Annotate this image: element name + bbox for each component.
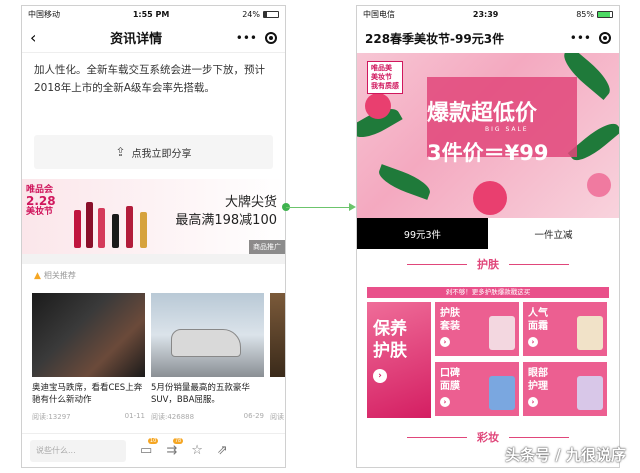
flower-decoration xyxy=(473,181,507,215)
product-image xyxy=(577,316,603,350)
more-skincare-bar[interactable]: 剁不够！更多护肤爆款戳这买 xyxy=(367,287,609,298)
section-header-skincare: 护肤 xyxy=(357,249,619,279)
close-miniprogram-icon[interactable] xyxy=(265,31,277,44)
car-interior-image xyxy=(32,293,145,377)
battery-icon xyxy=(597,11,613,18)
banner-headline: 爆款超低价 xyxy=(427,101,538,126)
tile-eye-care[interactable]: 眼部 护理 › xyxy=(523,362,607,416)
nav-bar: 228春季美妆节-99元3件 ••• xyxy=(357,23,619,53)
arrow-right-icon: › xyxy=(373,369,387,383)
close-miniprogram-icon[interactable] xyxy=(599,32,611,44)
recommend-card[interactable]: 奥迪宝马跌席，看看CES上奔驰有什么新动作 阅读:13297 01-11 xyxy=(32,293,145,422)
battery-icon xyxy=(262,11,279,18)
clock: 1:55 PM xyxy=(132,10,170,19)
left-phone-screen: 中国移动 1:55 PM 24% ‹ 资讯详情 ••• 加人性化。全新车载交互系… xyxy=(21,5,286,468)
ad-offer: 最高满198减100 xyxy=(175,213,277,228)
fire-icon: ▲ xyxy=(34,270,41,281)
page-title: 资讯详情 xyxy=(110,32,163,47)
recommend-card[interactable]: 5月份销量最高的五款豪华SUV，BBA屈服。 阅读:426888 06-29 xyxy=(151,293,264,422)
bottom-toolbar: 说些什么... ▭ 10 ⇉ 78 ☆ ⇗ xyxy=(22,433,285,467)
arrow-right-icon: › xyxy=(528,397,538,407)
carrier: 中国电信 xyxy=(363,10,395,19)
ad-badge: 唯品会 2.28 美妆节 xyxy=(26,185,56,217)
share-icon: ⇪ xyxy=(115,145,126,159)
battery-percent: 24% xyxy=(242,10,260,19)
connector-arrow-icon xyxy=(349,203,356,211)
capsule-menu[interactable]: ••• xyxy=(570,31,611,45)
car-image xyxy=(270,293,285,377)
lipstick-image xyxy=(126,206,133,248)
recommend-header: ▲ 相关推荐 xyxy=(34,270,76,281)
status-bar: 中国移动 1:55 PM 24% xyxy=(22,6,285,23)
connector-line xyxy=(286,207,352,208)
flower-decoration xyxy=(365,93,391,119)
more-icon[interactable]: ••• xyxy=(236,31,257,45)
promo-tabs: 99元3件 一件立减 xyxy=(357,218,619,249)
right-phone-screen: 中国电信 23:39 85% 228春季美妆节-99元3件 ••• 唯品美 美妆… xyxy=(356,5,620,468)
promo-banner[interactable]: 唯品美 美妆节 我有质感 爆款超低价 BIG SALE 3件价＝¥99 xyxy=(357,53,619,218)
product-image xyxy=(489,376,515,410)
skincare-main-tile[interactable]: 保养 护肤 › xyxy=(367,302,431,418)
comment-icon[interactable]: ▭ 10 xyxy=(140,438,159,458)
banner-price: 3件价＝¥99 xyxy=(427,141,549,165)
ad-headline: 大牌尖货 xyxy=(224,195,277,210)
tile-skincare-set[interactable]: 护肤 套装 › xyxy=(435,302,519,356)
clock: 23:39 xyxy=(472,10,499,19)
product-image xyxy=(489,316,515,350)
banner-subline: BIG SALE xyxy=(485,126,529,133)
status-bar: 中国电信 23:39 85% xyxy=(357,6,619,23)
page-title: 228春季美妆节-99元3件 xyxy=(365,31,505,46)
tab-99-for-3[interactable]: 99元3件 xyxy=(357,218,488,249)
category-grid: 保养 护肤 › 护肤 套装 › 人气 面霜 › 口碑 面膜 › 眼部 护理 › xyxy=(367,302,609,418)
forward-icon[interactable]: ⇉ 78 xyxy=(166,438,184,458)
lipstick-image xyxy=(98,208,105,248)
arrow-right-icon: › xyxy=(528,337,538,347)
divider xyxy=(22,254,285,264)
back-arrow-icon[interactable]: ‹ xyxy=(30,28,36,47)
nav-bar: ‹ 资讯详情 ••• xyxy=(22,23,285,53)
article-body: 加人性化。全新车载交互系统会进一步下放，预计2018年上市的全新A级车会率先搭载… xyxy=(34,64,265,94)
capsule-menu[interactable]: ••• xyxy=(236,31,277,45)
star-icon[interactable]: ☆ xyxy=(191,443,203,458)
share-label: 点我立即分享 xyxy=(131,148,192,160)
lipstick-image xyxy=(86,202,93,248)
event-badge: 唯品美 美妆节 我有质感 xyxy=(367,61,403,94)
product-image xyxy=(577,376,603,410)
ad-banner[interactable]: 唯品会 2.28 美妆节 大牌尖货 最高满198减100 商品推广 xyxy=(22,179,285,254)
lipstick-image xyxy=(140,212,147,248)
more-icon[interactable]: ••• xyxy=(570,31,591,45)
share-button[interactable]: ⇪ 点我立即分享 xyxy=(34,135,273,169)
battery-percent: 85% xyxy=(576,10,594,19)
watermark: 头条号 / 九很说序 xyxy=(505,446,626,464)
arrow-right-icon: › xyxy=(440,337,450,347)
comment-count: 10 xyxy=(147,438,159,444)
lipstick-image xyxy=(112,214,119,248)
ad-tag: 商品推广 xyxy=(249,240,285,254)
suv-image xyxy=(151,293,264,377)
tile-mask[interactable]: 口碑 面膜 › xyxy=(435,362,519,416)
tab-instant-discount[interactable]: 一件立减 xyxy=(488,218,619,249)
flower-decoration xyxy=(587,173,611,197)
lipstick-image xyxy=(74,210,81,248)
tile-popular-cream[interactable]: 人气 面霜 › xyxy=(523,302,607,356)
share-count: 78 xyxy=(172,438,184,444)
recommend-card[interactable]: 阅读 xyxy=(270,293,285,422)
arrow-right-icon: › xyxy=(440,397,450,407)
recommend-list: 奥迪宝马跌席，看看CES上奔驰有什么新动作 阅读:13297 01-11 5月份… xyxy=(22,287,285,428)
external-share-icon[interactable]: ⇗ xyxy=(217,443,228,458)
carrier: 中国移动 xyxy=(28,10,60,19)
comment-input[interactable]: 说些什么... xyxy=(30,439,126,462)
